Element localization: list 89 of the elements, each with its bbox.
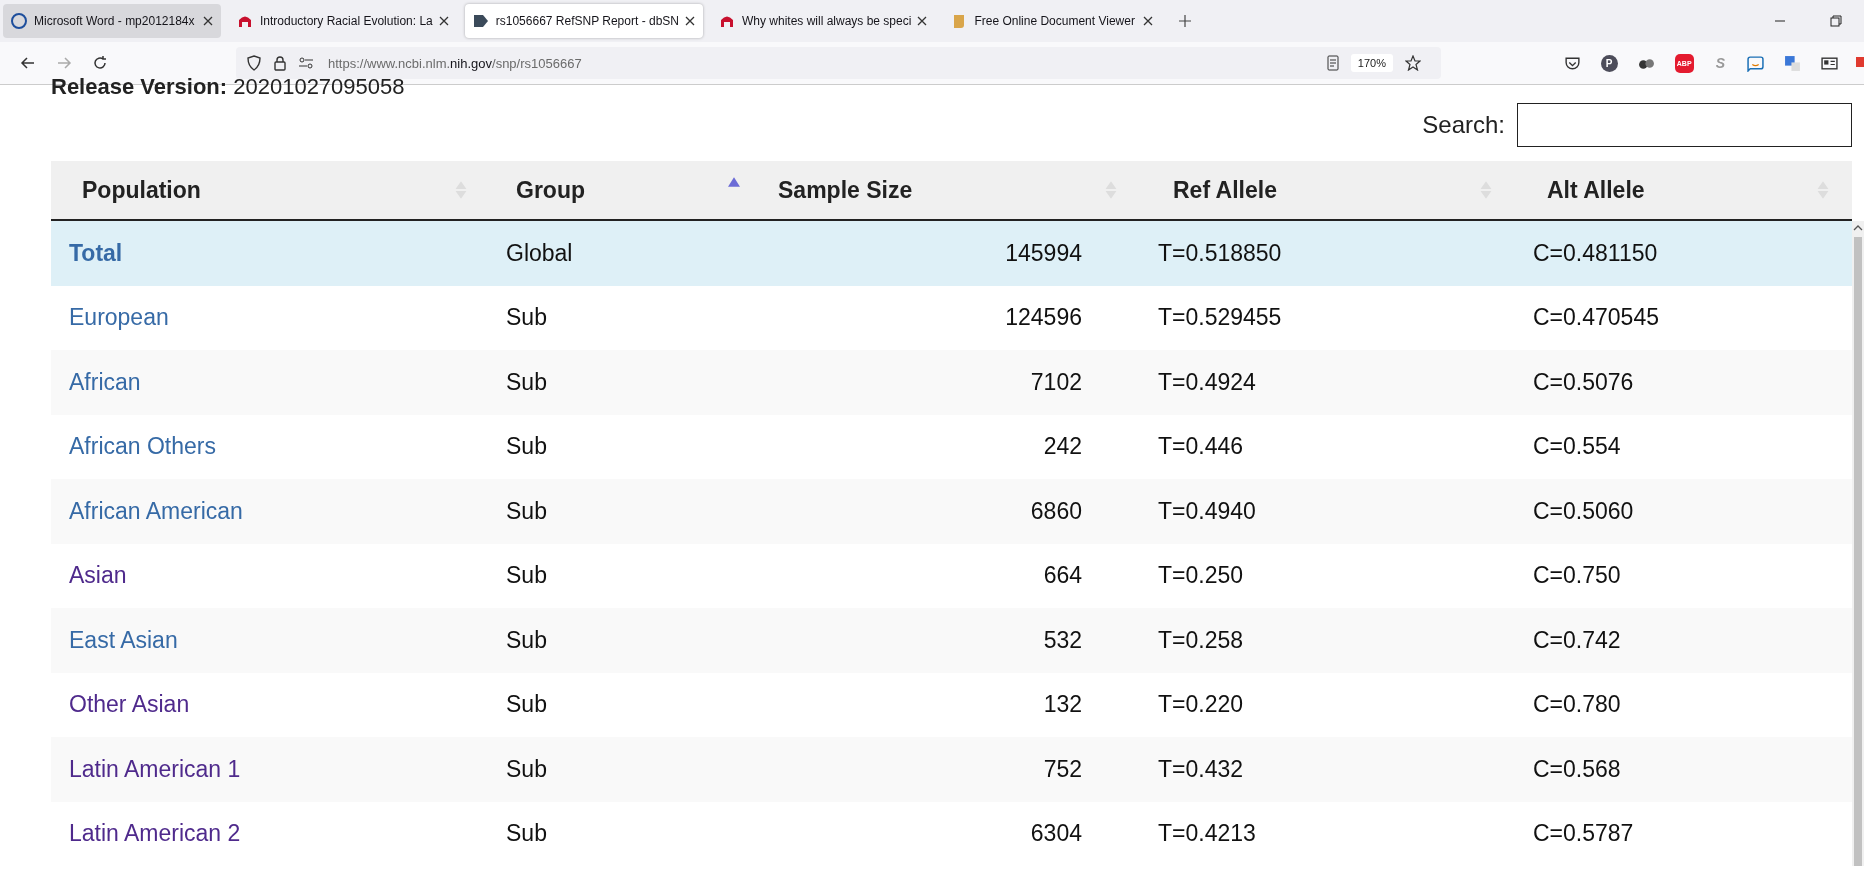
scroll-up-icon[interactable] (1853, 225, 1863, 231)
table-cell: C=0.750 (1533, 562, 1621, 589)
table-cell: 132 (1043, 691, 1082, 718)
population-link[interactable]: African American (69, 497, 243, 524)
population-link[interactable]: European (69, 304, 169, 331)
shield-icon[interactable] (246, 55, 262, 71)
population-link[interactable]: Asian (69, 562, 127, 589)
close-icon[interactable] (917, 16, 928, 26)
population-link[interactable]: African (69, 368, 141, 395)
table-cell: Sub (506, 368, 547, 395)
table-cell: Sub (506, 755, 547, 782)
table-cell: C=0.5076 (1533, 368, 1634, 395)
population-link[interactable]: Latin American 1 (69, 755, 241, 782)
search-field[interactable] (1517, 103, 1852, 147)
table-cell: 145994 (1005, 239, 1082, 266)
table-cell: C=0.742 (1533, 626, 1621, 653)
table-cell: C=0.568 (1533, 755, 1621, 782)
table-cell: C=0.780 (1533, 691, 1621, 718)
table-cell: C=0.554 (1533, 433, 1621, 460)
table-cell: 752 (1043, 755, 1082, 782)
table-cell: Global (506, 239, 573, 266)
close-icon[interactable] (685, 16, 695, 26)
table-cell: 7102 (1030, 368, 1082, 395)
population-link[interactable]: East Asian (69, 626, 178, 653)
table-cell: T=0.432 (1158, 755, 1244, 782)
browser-tab[interactable]: Why whites will always be speci (711, 4, 936, 38)
globe-icon (11, 13, 27, 29)
table-cell: 6860 (1030, 497, 1082, 524)
back-icon[interactable] (20, 55, 36, 71)
population-link[interactable]: Other Asian (69, 691, 190, 718)
table-cell: Sub (506, 304, 547, 331)
table-cell: 242 (1043, 433, 1082, 460)
newspaper-icon[interactable] (1821, 54, 1838, 72)
scrollbar[interactable] (1852, 221, 1864, 866)
address-bar[interactable]: https://www.ncbi.nlm.nih.gov/snp/rs1056667 170% (236, 47, 1441, 79)
translate-icon[interactable] (1784, 54, 1801, 72)
new-tab-icon[interactable] (1179, 15, 1192, 27)
reader-view-icon[interactable] (1324, 55, 1341, 71)
column-header[interactable]: Population (51, 161, 490, 219)
close-icon[interactable] (203, 16, 213, 26)
close-icon[interactable] (438, 16, 449, 26)
browser-tab[interactable]: Introductory Racial Evolution: La (229, 4, 457, 38)
table-cell: T=0.4940 (1158, 497, 1256, 524)
population-link[interactable]: African Others (69, 433, 216, 460)
table-cell: T=0.446 (1158, 433, 1244, 460)
table-cell: T=0.4924 (1158, 368, 1256, 395)
table-cell: Sub (506, 626, 547, 653)
column-header[interactable]: Ref Allele (1140, 161, 1515, 219)
restore-icon[interactable] (1830, 15, 1842, 27)
table-cell: C=0.481150 (1533, 239, 1658, 266)
table-cell: T=0.250 (1158, 562, 1244, 589)
table-cell: 6304 (1030, 820, 1082, 847)
chat-bubble-icon[interactable] (1747, 54, 1764, 72)
reload-icon[interactable] (92, 55, 108, 71)
close-icon[interactable] (1143, 16, 1154, 26)
table-cell: 532 (1043, 626, 1082, 653)
table-cell: T=0.4213 (1158, 820, 1256, 847)
search-label: Search: (1422, 111, 1505, 139)
lock-icon[interactable] (272, 55, 288, 71)
table-cell: C=0.5787 (1533, 820, 1634, 847)
table-cell: T=0.258 (1158, 626, 1244, 653)
column-header[interactable]: Alt Allele (1515, 161, 1852, 219)
browser-tab[interactable]: Microsoft Word - mp2012184x (3, 4, 221, 38)
release-version: Release Version: 20201027095058 (51, 79, 405, 95)
table-cell: Sub (506, 820, 547, 847)
table-cell: C=0.5060 (1533, 497, 1634, 524)
column-header[interactable]: Sample Size (762, 161, 1140, 219)
population-link[interactable]: Total (69, 239, 123, 266)
browser-tab[interactable]: rs1056667 RefSNP Report - dbSN (464, 4, 703, 38)
table-cell: 124596 (1005, 304, 1082, 331)
table-cell: Sub (506, 691, 547, 718)
table-cell: T=0.529455 (1158, 304, 1282, 331)
column-header[interactable]: Group (490, 161, 762, 219)
table-cell: T=0.220 (1158, 691, 1244, 718)
url-text[interactable]: https://www.ncbi.nlm.nih.gov/snp/rs1056667 (328, 55, 582, 71)
table-cell: Sub (506, 433, 547, 460)
zoom-level-button[interactable]: 170% (1350, 54, 1393, 72)
table-cell: 664 (1043, 562, 1082, 589)
table-cell: T=0.518850 (1158, 239, 1282, 266)
permissions-icon[interactable] (298, 55, 314, 71)
arrow-tag-icon (472, 13, 489, 29)
table-cell: C=0.470545 (1533, 304, 1659, 331)
table-cell: Sub (506, 562, 547, 589)
table-cell: Sub (506, 497, 547, 524)
pocket-icon[interactable] (1563, 54, 1581, 72)
browser-tab[interactable]: Free Online Document Viewer (943, 4, 1162, 38)
extension-button[interactable]: P (1600, 54, 1618, 72)
star-icon[interactable] (1405, 55, 1421, 71)
population-link[interactable]: Latin American 2 (69, 820, 241, 847)
